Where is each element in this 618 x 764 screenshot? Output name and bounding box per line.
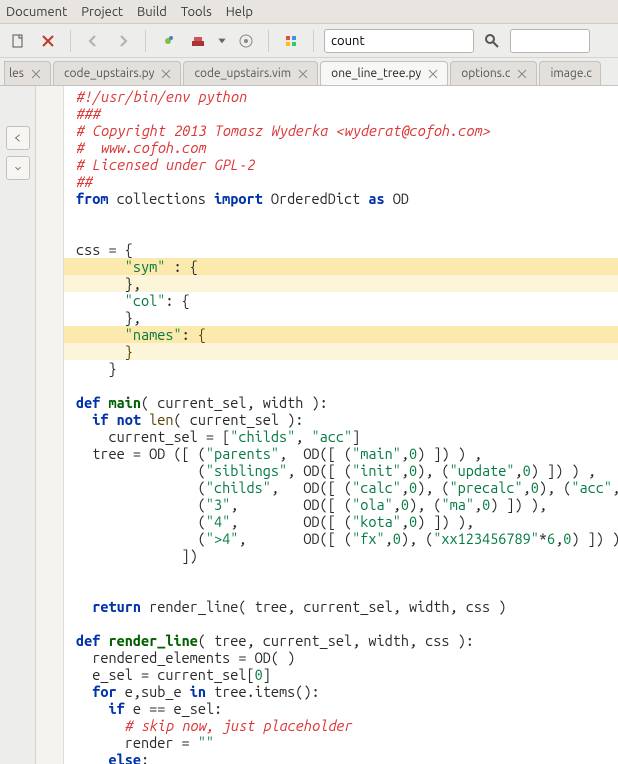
tab-label: one_line_tree.py: [331, 67, 421, 80]
code-editor[interactable]: #!/usr/bin/env python ### # Copyright 20…: [36, 86, 618, 764]
close-icon[interactable]: [160, 68, 172, 80]
menu-help[interactable]: Help: [226, 5, 253, 19]
tab-label: code_upstairs.vim: [194, 67, 291, 80]
toolbar: [0, 24, 618, 58]
sidebar-dropdown-icon[interactable]: [6, 156, 30, 180]
goto-input-text[interactable]: [517, 34, 618, 48]
close-icon[interactable]: [297, 68, 309, 80]
search-icon[interactable]: [480, 29, 504, 53]
execute-icon[interactable]: [234, 29, 258, 53]
tab-partial[interactable]: les: [4, 61, 51, 85]
menu-tools[interactable]: Tools: [181, 5, 212, 19]
tab-image-c[interactable]: image.c: [539, 61, 600, 85]
compile-icon[interactable]: [156, 29, 180, 53]
new-document-icon[interactable]: [6, 29, 30, 53]
back-icon[interactable]: [81, 29, 105, 53]
search-input[interactable]: [324, 29, 474, 53]
dropdown-icon[interactable]: [216, 29, 228, 53]
goto-input[interactable]: [510, 29, 590, 53]
menu-project[interactable]: Project: [81, 5, 123, 19]
tab-label: code_upstairs.py: [64, 67, 154, 80]
menubar: Document Project Build Tools Help: [0, 0, 618, 24]
tab-label: les: [9, 67, 24, 80]
tab-one-line-tree-py[interactable]: one_line_tree.py: [320, 61, 448, 85]
tab-code-upstairs-py[interactable]: code_upstairs.py: [53, 61, 181, 85]
close-icon[interactable]: [30, 68, 42, 80]
close-document-icon[interactable]: [36, 29, 60, 53]
code-content: #!/usr/bin/env python ### # Copyright 20…: [36, 86, 618, 764]
menu-document[interactable]: Document: [6, 5, 67, 19]
tabbar: les code_upstairs.py code_upstairs.vim o…: [0, 58, 618, 86]
gutter: [36, 86, 64, 764]
build-icon[interactable]: [186, 29, 210, 53]
search-input-text[interactable]: [331, 34, 502, 48]
tab-options-c[interactable]: options.c: [450, 61, 537, 85]
tab-label: image.c: [550, 67, 591, 80]
tab-label: options.c: [461, 67, 510, 80]
sidebar: [0, 86, 36, 764]
forward-icon[interactable]: [111, 29, 135, 53]
color-picker-icon[interactable]: [279, 29, 303, 53]
tab-code-upstairs-vim[interactable]: code_upstairs.vim: [183, 61, 318, 85]
menu-build[interactable]: Build: [137, 5, 167, 19]
close-icon[interactable]: [427, 68, 439, 80]
sidebar-left-icon[interactable]: [6, 126, 30, 150]
close-icon[interactable]: [516, 68, 528, 80]
